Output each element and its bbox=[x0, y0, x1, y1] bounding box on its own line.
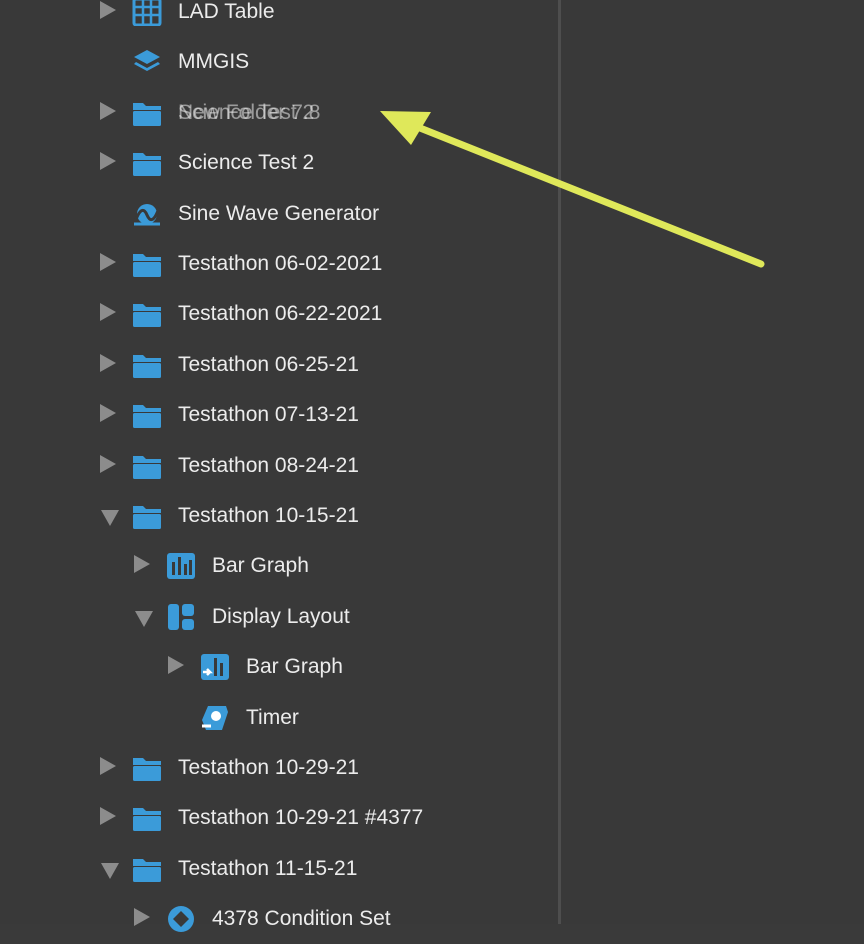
tree-item-label: Bar Graph bbox=[246, 655, 343, 679]
layers-icon bbox=[132, 48, 162, 76]
tree-item[interactable]: Testathon 10-29-21 #4377 bbox=[0, 793, 558, 843]
tree-item[interactable]: Sine Wave Generator bbox=[0, 189, 558, 239]
sine-wave-icon bbox=[132, 200, 162, 228]
tree-item-label: Testathon 10-29-21 bbox=[178, 756, 359, 779]
tree-item-label: Testathon 06-02-2021 bbox=[178, 252, 383, 275]
tree-item[interactable]: Testathon 06-02-2021 bbox=[0, 239, 558, 289]
tree-item-overlap-label: New Folder 7.8 bbox=[178, 100, 321, 124]
tree-item-label: Timer bbox=[246, 705, 299, 729]
tree-item-label: Display Layout bbox=[212, 604, 350, 628]
tree-item[interactable]: Bar Graph bbox=[0, 541, 558, 591]
folder-icon bbox=[132, 754, 162, 782]
folder-icon bbox=[132, 452, 162, 480]
tree-item[interactable]: Display Layout bbox=[0, 592, 558, 642]
folder-icon bbox=[132, 804, 162, 832]
tree-item[interactable]: 4378 Condition Set bbox=[0, 894, 558, 944]
lad-table-icon bbox=[132, 0, 162, 27]
collapse-toggle-icon[interactable] bbox=[135, 610, 153, 627]
tree-item-label: 4378 Condition Set bbox=[212, 907, 391, 931]
expand-toggle-icon[interactable] bbox=[100, 253, 116, 271]
expand-toggle-icon[interactable] bbox=[100, 353, 116, 372]
tree-item[interactable]: Bar Graph bbox=[0, 642, 558, 692]
folder-icon bbox=[132, 99, 162, 127]
expand-toggle-icon[interactable] bbox=[134, 908, 150, 927]
tree-item-label: Sine Wave Generator bbox=[178, 201, 380, 225]
collapse-toggle-icon[interactable] bbox=[101, 862, 119, 879]
expand-toggle-icon[interactable] bbox=[100, 404, 116, 423]
tree-item[interactable]: Testathon 08-24-21 bbox=[0, 441, 558, 491]
folder-icon bbox=[132, 855, 162, 883]
collapse-toggle-icon[interactable] bbox=[101, 510, 119, 526]
tree-item[interactable]: Science Test 2 New Folder 7.8 bbox=[0, 88, 558, 138]
tree-item[interactable]: MMGIS bbox=[0, 37, 558, 87]
tree-item[interactable]: Science Test 2 bbox=[0, 138, 558, 188]
bar-graph-icon bbox=[166, 552, 196, 580]
folder-icon bbox=[132, 149, 162, 177]
tree-item-label: Bar Graph bbox=[212, 554, 309, 578]
tree-item[interactable]: LAD Table bbox=[0, 0, 558, 37]
tree-item[interactable]: Timer bbox=[0, 693, 558, 743]
tree-item-label: Testathon 06-22-2021 bbox=[178, 302, 383, 326]
tree-item-label: Testathon 10-29-21 #4377 bbox=[178, 806, 424, 830]
tree-item-label: Testathon 11-15-21 bbox=[178, 856, 358, 880]
expand-toggle-icon[interactable] bbox=[100, 1, 116, 19]
tree-item[interactable]: Testathon 06-25-21 bbox=[0, 340, 558, 390]
main-view-pane bbox=[561, 0, 864, 924]
expand-toggle-icon[interactable] bbox=[100, 303, 116, 322]
folder-icon bbox=[132, 351, 162, 379]
display-layout-icon bbox=[166, 603, 196, 631]
expand-toggle-icon[interactable] bbox=[100, 757, 116, 775]
tree-item-label: Science Test 2 bbox=[178, 151, 315, 175]
tree-item-label: Testathon 10-15-21 bbox=[178, 504, 359, 527]
expand-toggle-icon[interactable] bbox=[100, 152, 116, 171]
tree-item-label: Testathon 08-24-21 bbox=[178, 453, 359, 477]
expand-toggle-icon[interactable] bbox=[100, 807, 116, 826]
object-tree-pane: LAD Table MMGIS Science Test 2 New Folder 7… bbox=[0, 0, 558, 933]
tree-item[interactable]: Testathon 06-22-2021 bbox=[0, 289, 558, 339]
tree-item-label: Testathon 06-25-21 bbox=[178, 352, 359, 376]
tree-item-label: MMGIS bbox=[178, 50, 250, 74]
tree-item[interactable]: Testathon 10-29-21 bbox=[0, 743, 558, 793]
folder-icon bbox=[132, 300, 162, 328]
folder-icon bbox=[132, 502, 162, 530]
bar-graph-link-icon bbox=[200, 653, 230, 681]
timer-icon bbox=[200, 704, 230, 732]
tree-item-label: LAD Table bbox=[178, 0, 275, 23]
condition-set-icon bbox=[166, 905, 196, 933]
folder-icon bbox=[132, 401, 162, 429]
expand-toggle-icon[interactable] bbox=[134, 555, 150, 574]
folder-icon bbox=[132, 250, 162, 278]
tree-item-label: Testathon 07-13-21 bbox=[178, 403, 359, 427]
expand-toggle-icon[interactable] bbox=[100, 101, 116, 120]
tree-item[interactable]: Testathon 07-13-21 bbox=[0, 390, 558, 440]
expand-toggle-icon[interactable] bbox=[168, 656, 184, 675]
tree-item[interactable]: Testathon 10-15-21 bbox=[0, 491, 558, 541]
tree-item[interactable]: Testathon 11-15-21 bbox=[0, 844, 558, 894]
expand-toggle-icon[interactable] bbox=[100, 454, 116, 473]
